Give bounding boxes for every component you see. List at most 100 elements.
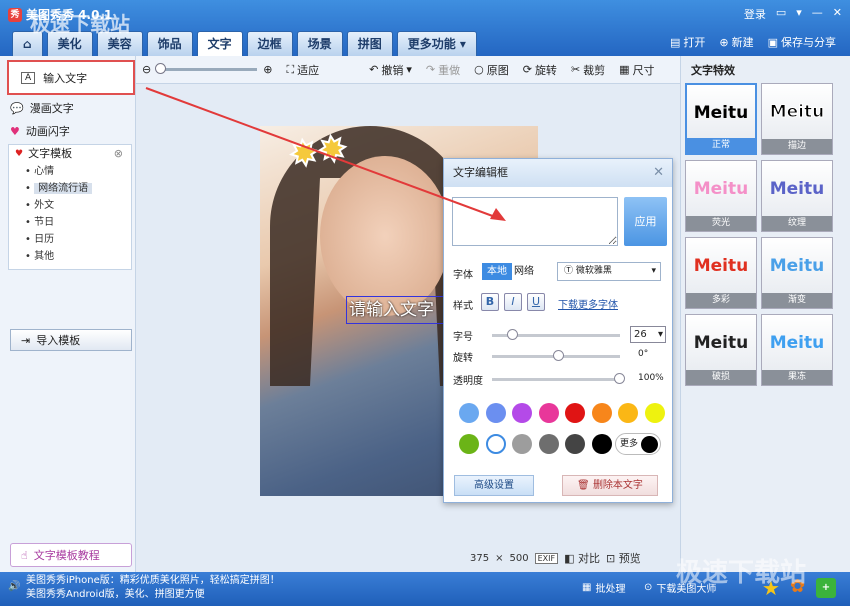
original-label: 原图 (486, 63, 509, 77)
import-template-button[interactable]: ⇥ 导入模板 (10, 329, 132, 351)
color-swatch[interactable] (485, 434, 506, 454)
zoom-slider[interactable] (155, 63, 258, 74)
redo-button[interactable]: ↷ 重做 (426, 62, 460, 78)
color-swatch[interactable] (485, 403, 506, 423)
text-edit-dialog: 文字编辑框 ✕ 应用 字体 本地 网络 Ⓣ 微软雅黑 ▾ 样式 B I U 下载更… (443, 158, 673, 503)
italic-button[interactable]: I (504, 293, 522, 311)
color-swatch[interactable] (591, 403, 612, 423)
zoom-in-icon[interactable]: ⊕ (263, 63, 272, 76)
open-button[interactable]: ▤ 打开 (670, 34, 705, 50)
zoom-slider-handle[interactable] (155, 63, 167, 74)
message-icon[interactable]: ▭ (776, 6, 786, 22)
template-tutorial-button[interactable]: ☝ 文字模板教程 (10, 543, 132, 567)
tab-accessory[interactable]: 饰品 (146, 31, 193, 56)
tab-frame[interactable]: 边框 (246, 31, 293, 56)
crop-button[interactable]: ✂ 裁剪 (571, 62, 605, 78)
tab-beautify[interactable]: 美化 (46, 31, 93, 56)
minimize-icon[interactable]: — (812, 6, 823, 22)
text-layer-box[interactable]: 请输入文字 (346, 296, 446, 324)
download-label: 下载美图大师 (656, 584, 717, 595)
menu-icon[interactable]: ▾ (796, 6, 802, 22)
color-swatch[interactable] (591, 434, 612, 454)
tab-collage[interactable]: 拼图 (346, 31, 393, 56)
color-swatch[interactable] (512, 434, 532, 454)
rotate-slider-handle[interactable] (553, 350, 564, 361)
preview-button[interactable]: ⊡ 预览 (606, 550, 641, 566)
plus-green-icon[interactable]: + (816, 578, 836, 598)
rotate-slider[interactable] (492, 350, 620, 361)
template-item[interactable]: • 日历 (9, 231, 131, 248)
font-local-tab[interactable]: 本地 (482, 263, 512, 280)
underline-button[interactable]: U (527, 293, 545, 311)
effect-tile[interactable]: Meitu 多彩 (685, 237, 757, 309)
comic-text-button[interactable]: 💬 漫画文字 (10, 100, 74, 116)
effect-tile[interactable]: Meitu 描边 (761, 83, 833, 155)
font-net-tab[interactable]: 网络 (514, 263, 534, 280)
template-item[interactable]: • 心情 (9, 163, 131, 180)
star-icon[interactable]: ★ (762, 576, 780, 600)
effect-tile[interactable]: Meitu 果冻 (761, 314, 833, 386)
tab-scene[interactable]: 场景 (296, 31, 343, 56)
resize-button[interactable]: ▦ 尺寸 (619, 62, 654, 78)
size-select[interactable]: 26 ▾ (630, 326, 666, 343)
size-slider-handle[interactable] (506, 329, 518, 340)
apply-button[interactable]: 应用 (624, 197, 667, 246)
advanced-settings-button[interactable]: 高级设置 (454, 475, 534, 496)
home-tab[interactable]: ⌂ (12, 31, 43, 56)
template-item[interactable]: • 外文 (9, 197, 131, 214)
login-link[interactable]: 登录 (744, 6, 766, 22)
effect-tile[interactable]: Meitu 正常 (685, 83, 757, 155)
effect-tile[interactable]: Meitu 渐变 (761, 237, 833, 309)
color-swatch[interactable] (565, 434, 585, 454)
size-slider[interactable] (492, 329, 620, 340)
color-swatch[interactable] (565, 403, 585, 423)
save-share-button[interactable]: ▣ 保存与分享 (768, 34, 836, 50)
zoom-out-icon[interactable]: ⊖ (142, 63, 151, 76)
tab-more[interactable]: 更多功能 ▾ (396, 31, 477, 56)
effect-tile[interactable]: Meitu 破损 (685, 314, 757, 386)
more-colors-button[interactable]: 更多 (615, 433, 661, 455)
template-item[interactable]: • 其他 (9, 248, 131, 265)
opacity-slider-handle[interactable] (614, 373, 625, 384)
template-header[interactable]: ♥ 文字模板 ⊗ (9, 145, 131, 163)
comic-text-label: 漫画文字 (29, 102, 74, 115)
rotate-button[interactable]: ⟳ 旋转 (523, 62, 557, 78)
download-master-button[interactable]: ⊙ 下载美图大师 (644, 580, 716, 595)
speaker-icon[interactable]: 🔊 (8, 581, 20, 592)
color-swatch[interactable] (538, 403, 559, 423)
template-item-selected[interactable]: • 网络流行语 (9, 180, 131, 197)
effect-tile[interactable]: Meitu 纹理 (761, 160, 833, 232)
color-swatch[interactable] (538, 434, 559, 454)
template-item-label: 日历 (34, 234, 55, 245)
color-swatch[interactable] (618, 403, 638, 423)
template-item[interactable]: • 节日 (9, 214, 131, 231)
color-swatch[interactable] (459, 434, 479, 454)
color-swatch[interactable] (459, 403, 479, 423)
new-button[interactable]: ⊕ 新建 (719, 34, 753, 50)
news-ticker[interactable]: 美图秀秀iPhone版：精彩优质美化照片，轻松搞定拼图！ 美图秀秀Android… (26, 574, 280, 602)
undo-button[interactable]: ↶ 撤销 ▾ (369, 62, 412, 78)
opacity-slider[interactable] (492, 373, 625, 384)
exif-button[interactable]: EXIF (534, 552, 559, 564)
close-icon[interactable]: ✕ (833, 6, 842, 22)
effect-tile[interactable]: Meitu 荧光 (685, 160, 757, 232)
effect-sample: Meitu (769, 333, 825, 353)
color-swatch[interactable] (512, 403, 532, 423)
tab-text[interactable]: 文字 (196, 31, 243, 56)
bold-button[interactable]: B (481, 293, 499, 311)
animated-text-button[interactable]: ♥ 动画闪字 (10, 123, 70, 139)
color-swatch[interactable] (644, 403, 665, 423)
collapse-icon[interactable]: ⊗ (114, 145, 123, 163)
batch-button[interactable]: ▦ 批处理 (582, 580, 625, 595)
input-text-button[interactable]: A 输入文字 (7, 60, 135, 95)
fit-button[interactable]: ⛶ 适应 (286, 62, 319, 78)
download-fonts-link[interactable]: 下载更多字体 (558, 296, 618, 311)
text-input[interactable] (452, 197, 618, 246)
tab-beauty[interactable]: 美容 (96, 31, 143, 56)
delete-text-button[interactable]: 🗑 删除本文字 (562, 475, 658, 496)
close-icon[interactable]: ✕ (653, 159, 664, 187)
compare-button[interactable]: ◧ 对比 (564, 550, 600, 566)
font-select[interactable]: Ⓣ 微软雅黑 ▾ (557, 262, 661, 281)
gift-icon[interactable]: ✿ (790, 576, 805, 597)
original-button[interactable]: ○ 原图 (474, 62, 509, 78)
